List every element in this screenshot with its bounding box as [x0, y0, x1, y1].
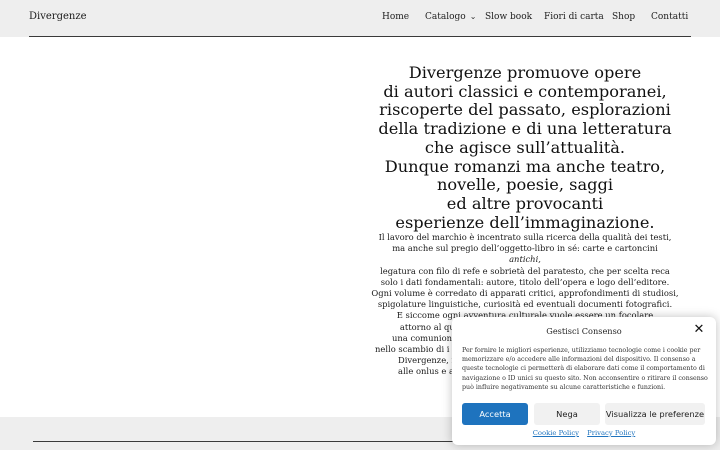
paragraph-emphasis: antichi, — [509, 254, 541, 265]
deny-button[interactable]: Nega — [534, 403, 600, 425]
accept-button[interactable]: Accetta — [462, 403, 528, 425]
headline-line: esperienze dell’immaginazione. — [395, 212, 655, 232]
paragraph-line: spigolature linguistiche, curiosità ed e… — [377, 299, 673, 310]
privacy-policy-link[interactable]: Privacy Policy — [587, 429, 635, 437]
paragraph-text: ma anche sul pregio dell’oggetto-libro i… — [392, 243, 658, 254]
nav-item-contatti[interactable]: Contatti — [651, 12, 688, 22]
headline-line: ed altre provocanti — [446, 193, 604, 213]
paragraph-line: legatura con filo di refe e sobrietà del… — [380, 265, 670, 276]
header-divider — [29, 36, 691, 37]
headline-line: novelle, poesie, saggi — [436, 175, 614, 195]
intro-headline: Divergenze promuove opere di autori clas… — [372, 63, 678, 232]
main-nav: Home Catalogo ⌄ Slow book Fiori di carta … — [0, 12, 720, 26]
nav-item-slow-book[interactable]: Slow book — [485, 12, 532, 22]
nav-item-shop[interactable]: Shop — [612, 12, 635, 22]
headline-line: riscoperte del passato, esplorazioni — [379, 100, 671, 120]
consent-title: Gestisci Consenso — [546, 326, 622, 336]
cookie-consent-dialog: Gestisci Consenso ✕ Per fornire le migli… — [452, 317, 716, 445]
headline-line: Dunque romanzi ma anche teatro, — [384, 156, 666, 176]
consent-links: Cookie Policy Privacy Policy — [452, 429, 716, 437]
consent-text: Per fornire le migliori esperienze, util… — [462, 347, 708, 391]
nav-item-home[interactable]: Home — [382, 12, 409, 22]
cookie-policy-link[interactable]: Cookie Policy — [533, 429, 579, 437]
headline-line: di autori classici e contemporanei, — [383, 81, 667, 101]
paragraph-line: solo i dati fondamentali: autore, titolo… — [380, 276, 670, 287]
paragraph-line: Il lavoro del marchio è incentrato sulla… — [378, 232, 672, 242]
chevron-down-icon: ⌄ — [469, 12, 477, 21]
headline-line: della tradizione e di una letteratura — [378, 119, 672, 139]
close-icon[interactable]: ✕ — [692, 323, 706, 337]
site-header: Divergenze Home Catalogo ⌄ Slow book Fior… — [0, 0, 720, 37]
nav-item-fiori-di-carta[interactable]: Fiori di carta — [544, 12, 604, 22]
paragraph-line: ma anche sul pregio dell’oggetto-libro i… — [362, 243, 688, 265]
paragraph-line: Ogni volume è corredato di apparati crit… — [371, 288, 679, 299]
view-preferences-button[interactable]: Visualizza le preferenze — [605, 403, 705, 425]
nav-item-label: Catalogo — [425, 12, 466, 22]
nav-item-catalogo[interactable]: Catalogo ⌄ — [425, 12, 476, 22]
headline-line: che agisce sull’attualità. — [424, 137, 626, 157]
headline-line: Divergenze promuove opere — [408, 63, 642, 82]
footer-divider — [33, 441, 453, 442]
